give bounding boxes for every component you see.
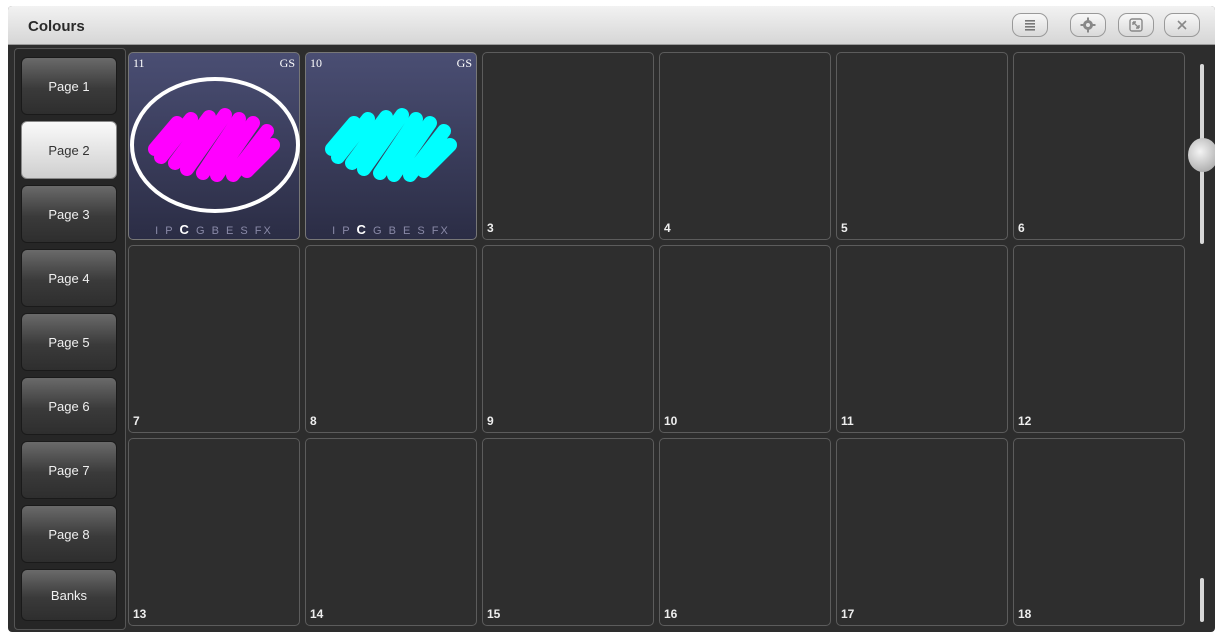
- palette-number: 18: [1018, 607, 1032, 621]
- sidebar-item-label: Page 6: [48, 398, 90, 414]
- resize-icon: [1128, 17, 1144, 33]
- palette-attributes: I P C G B E S FX: [306, 222, 476, 237]
- sidebar-item-label: Page 3: [48, 206, 90, 222]
- attr-s: S: [417, 225, 427, 237]
- palette-cell[interactable]: 15: [482, 438, 654, 626]
- attr-s: S: [240, 225, 250, 237]
- palette-cell[interactable]: 18: [1013, 438, 1185, 626]
- palette-number: 16: [664, 607, 678, 621]
- attr-e: E: [402, 225, 413, 237]
- cyan-swatch-icon: [325, 108, 457, 182]
- vertical-scrollbar[interactable]: [1188, 50, 1215, 628]
- close-icon: [1175, 18, 1189, 32]
- scrollbar-thumb[interactable]: [1188, 138, 1215, 172]
- sidebar-item-page-5[interactable]: Page 5: [21, 313, 117, 371]
- attr-g: G: [195, 225, 207, 237]
- magenta-swatch-icon: [130, 77, 300, 213]
- palette-cell[interactable]: 7: [128, 245, 300, 433]
- sidebar-item-label: Page 4: [48, 270, 90, 286]
- colours-window: Colours Page 1 Page 2 Page 3 Page 4 Page…: [8, 6, 1215, 632]
- attr-g: G: [372, 225, 384, 237]
- palette-cell[interactable]: 13: [128, 438, 300, 626]
- list-button[interactable]: [1012, 13, 1048, 37]
- attr-i: I: [155, 225, 161, 237]
- palette-cell[interactable]: 5: [836, 52, 1008, 240]
- attr-fx: FX: [254, 225, 273, 237]
- palette-number: 12: [1018, 414, 1032, 428]
- palette-cell[interactable]: 11 GS I P C G B E S FX: [128, 52, 300, 240]
- palette-number: 6: [1018, 221, 1025, 235]
- attr-p: P: [342, 225, 352, 237]
- palette-tag: GS: [279, 56, 295, 70]
- sidebar-item-label: Page 7: [48, 462, 90, 478]
- palette-attributes: I P C G B E S FX: [129, 222, 299, 237]
- sidebar-item-label: Page 2: [48, 142, 90, 158]
- scrollbar-track: [1200, 578, 1204, 622]
- attr-c: C: [356, 222, 368, 237]
- palette-number: 7: [133, 414, 140, 428]
- sidebar-item-banks[interactable]: Banks: [21, 569, 117, 621]
- palette-grid: 11 GS I P C G B E S FX 10 GS I P C G B E…: [126, 50, 1188, 630]
- settings-button[interactable]: [1070, 13, 1106, 37]
- palette-number: 5: [841, 221, 848, 235]
- palette-cell[interactable]: 12: [1013, 245, 1185, 433]
- palette-number: 10: [310, 56, 322, 70]
- close-button[interactable]: [1164, 13, 1200, 37]
- palette-cell[interactable]: 3: [482, 52, 654, 240]
- palette-cell[interactable]: 10: [659, 245, 831, 433]
- attr-b: B: [211, 225, 221, 237]
- palette-cell[interactable]: 9: [482, 245, 654, 433]
- attr-i: I: [332, 225, 338, 237]
- attr-fx: FX: [431, 225, 450, 237]
- palette-number: 8: [310, 414, 317, 428]
- attr-b: B: [388, 225, 398, 237]
- palette-cell[interactable]: 11: [836, 245, 1008, 433]
- window-title: Colours: [28, 18, 85, 35]
- palette-cell[interactable]: 14: [305, 438, 477, 626]
- sidebar-item-page-4[interactable]: Page 4: [21, 249, 117, 307]
- sidebar-item-page-3[interactable]: Page 3: [21, 185, 117, 243]
- sidebar-item-label: Page 1: [48, 78, 90, 94]
- attr-c: C: [179, 222, 191, 237]
- palette-number: 11: [133, 56, 145, 70]
- palette-number: 4: [664, 221, 671, 235]
- palette-cell[interactable]: 16: [659, 438, 831, 626]
- sidebar-item-page-1[interactable]: Page 1: [21, 57, 117, 115]
- palette-number: 14: [310, 607, 324, 621]
- sidebar-item-page-7[interactable]: Page 7: [21, 441, 117, 499]
- palette-cell[interactable]: 17: [836, 438, 1008, 626]
- sidebar-item-label: Page 8: [48, 526, 90, 542]
- palette-number: 3: [487, 221, 494, 235]
- palette-number: 9: [487, 414, 494, 428]
- page-sidebar: Page 1 Page 2 Page 3 Page 4 Page 5 Page …: [14, 48, 126, 630]
- resize-button[interactable]: [1118, 13, 1154, 37]
- palette-cell[interactable]: 8: [305, 245, 477, 433]
- palette-cell[interactable]: 6: [1013, 52, 1185, 240]
- palette-cell[interactable]: 10 GS I P C G B E S FX: [305, 52, 477, 240]
- sidebar-item-label: Page 5: [48, 334, 90, 350]
- sidebar-item-page-8[interactable]: Page 8: [21, 505, 117, 563]
- palette-number: 10: [664, 414, 678, 428]
- palette-number: 15: [487, 607, 501, 621]
- list-icon: [1023, 18, 1037, 32]
- sidebar-item-label: Banks: [50, 587, 88, 603]
- palette-tag: GS: [456, 56, 472, 70]
- gear-icon: [1080, 17, 1096, 33]
- palette-cell[interactable]: 4: [659, 52, 831, 240]
- sidebar-item-page-6[interactable]: Page 6: [21, 377, 117, 435]
- attr-p: P: [165, 225, 175, 237]
- palette-number: 11: [841, 414, 854, 428]
- sidebar-item-page-2[interactable]: Page 2: [21, 121, 117, 179]
- title-bar: Colours: [8, 6, 1215, 45]
- attr-e: E: [225, 225, 236, 237]
- palette-number: 17: [841, 607, 855, 621]
- palette-number: 13: [133, 607, 147, 621]
